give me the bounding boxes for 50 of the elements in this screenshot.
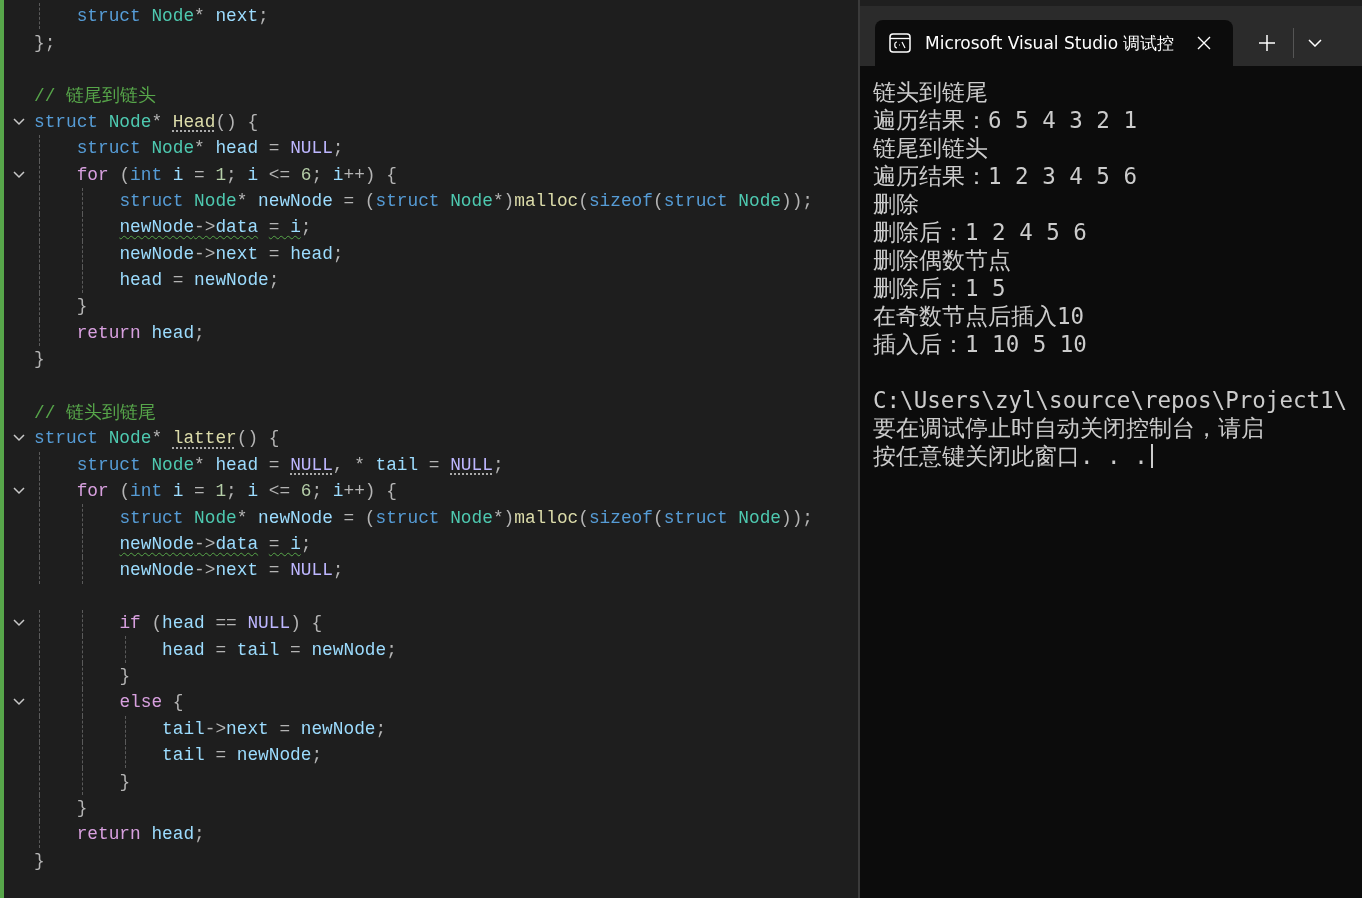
tab-title: Microsoft Visual Studio 调试控 [925, 31, 1176, 55]
console-line: 删除后：1 2 4 5 6 [873, 217, 1087, 247]
code-line: } [75, 296, 88, 317]
console-line: 删除偶数节点 [873, 245, 1011, 275]
console-line: 删除 [873, 189, 919, 219]
console-line: 遍历结果：1 2 3 4 5 6 [873, 161, 1137, 191]
text-cursor [1150, 444, 1153, 468]
console-line: 删除后：1 5 [873, 273, 1006, 303]
console-line: 要在调试停止时自动关闭控制台，请启 [873, 413, 1264, 443]
code-line: struct Node* Head() { [34, 111, 259, 132]
code-line: newNode->data = i; [118, 217, 312, 238]
code-line: for (int i = 1; i <= 6; i++) { [75, 164, 397, 185]
code-line: }; [34, 32, 56, 53]
console-line: 按任意键关闭此窗口. . . [873, 441, 1148, 471]
terminal-tab[interactable]: Microsoft Visual Studio 调试控 [875, 20, 1233, 66]
code-line: } [75, 797, 88, 818]
code-line: newNode->next = head; [118, 243, 344, 264]
console-icon [889, 33, 911, 53]
console-line: C:\Users\zyl\source\repos\Project1\ [873, 387, 1348, 413]
code-line: struct Node* latter() { [34, 428, 280, 449]
code-line: else { [118, 692, 184, 713]
code-line: if (head == NULL) { [118, 613, 323, 634]
console-line: 在奇数节点后插入10 [873, 301, 1085, 331]
code-line: tail->next = newNode; [161, 718, 387, 739]
console-line: 链尾到链头 [873, 133, 988, 163]
code-line: return head; [75, 322, 205, 343]
console-line: 链头到链尾 [873, 77, 988, 107]
code-line: struct Node* next; [75, 6, 269, 27]
new-tab-icon[interactable] [1259, 35, 1275, 51]
code-line: } [34, 349, 45, 370]
code-line: } [118, 665, 131, 686]
code-line: // 链头到链尾 [34, 402, 156, 425]
close-icon[interactable] [1197, 36, 1211, 50]
code-line: for (int i = 1; i <= 6; i++) { [75, 481, 397, 502]
code-line: head = tail = newNode; [161, 639, 397, 660]
console-line: 遍历结果：6 5 4 3 2 1 [873, 105, 1137, 135]
code-line: return head; [75, 824, 205, 845]
code-line: // 链尾到链头 [34, 85, 156, 108]
code-line: newNode->data = i; [118, 534, 312, 554]
code-line: head = newNode; [118, 270, 280, 291]
console-line: 插入后：1 10 5 10 [873, 329, 1087, 359]
code-line: tail = newNode; [161, 745, 323, 766]
code-line: } [34, 850, 45, 871]
code-line: struct Node* head = NULL, * tail = NULL; [75, 454, 504, 475]
code-line: } [118, 771, 131, 792]
code-line: newNode->next = NULL; [118, 560, 344, 581]
code-line: struct Node* newNode = (struct Node*)malloc(sizeof(struct Node)); [118, 507, 814, 528]
code-line: struct Node* head = NULL; [75, 138, 344, 159]
dropdown-icon[interactable] [1308, 39, 1322, 47]
code-line: struct Node* newNode = (struct Node*)malloc(sizeof(struct Node)); [118, 190, 814, 211]
